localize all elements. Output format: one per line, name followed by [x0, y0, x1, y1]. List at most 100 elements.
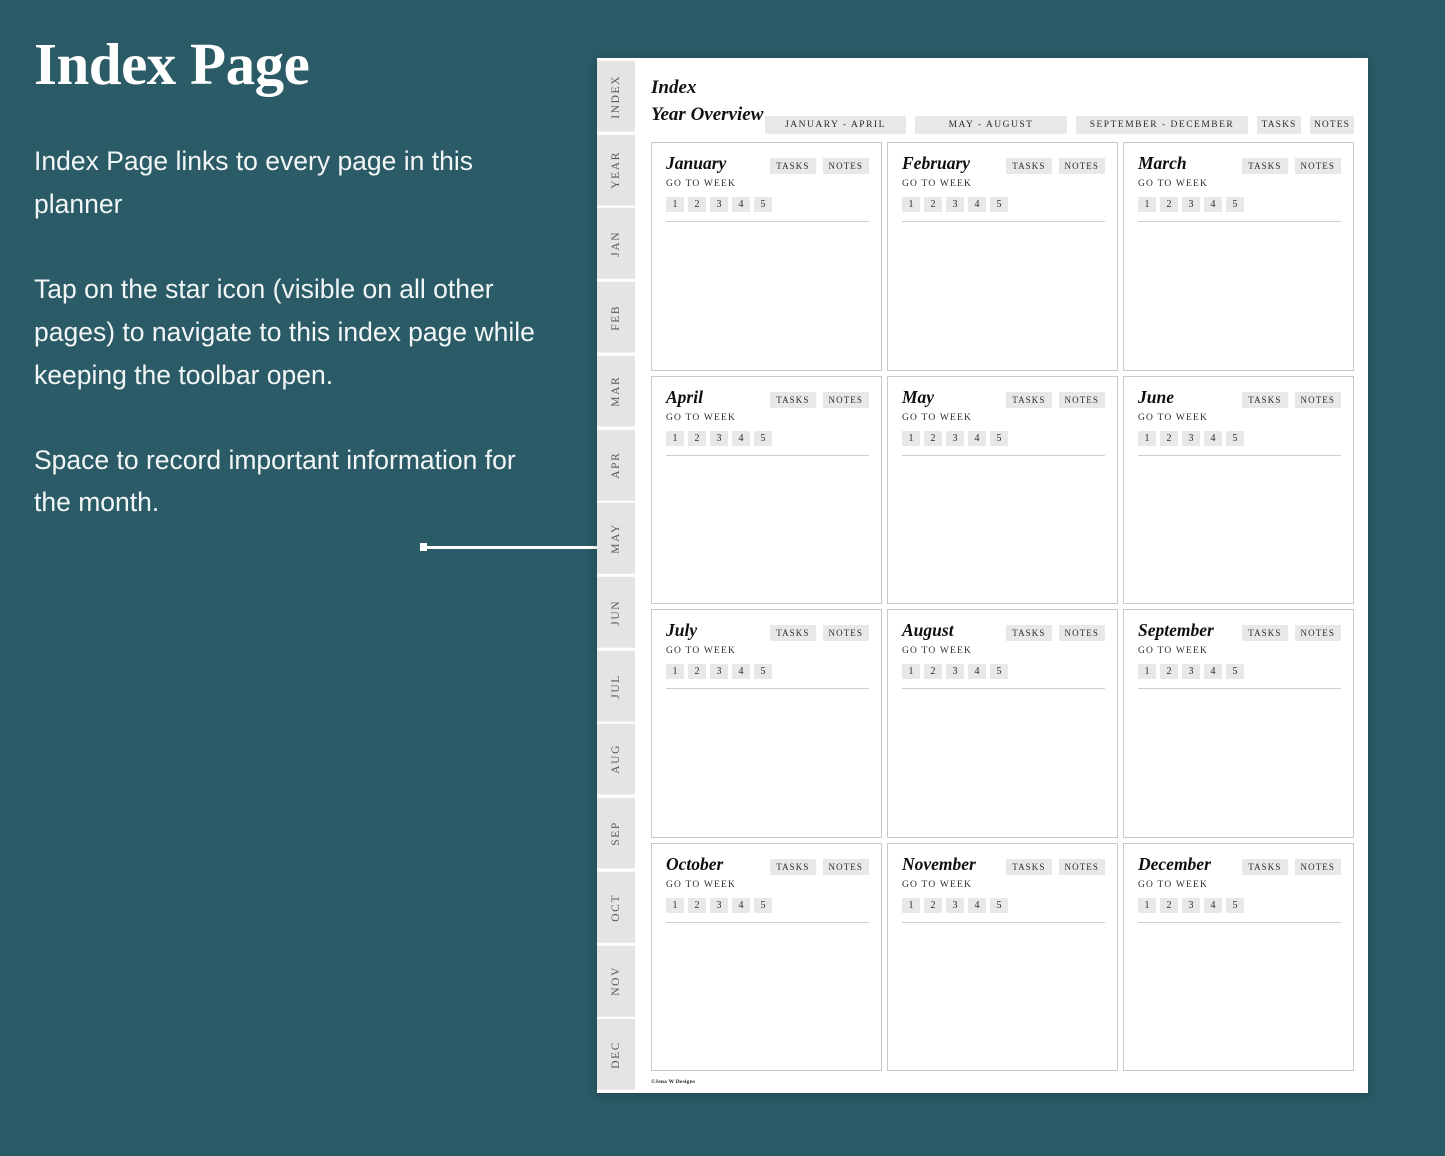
week-button-4[interactable]: 4	[732, 197, 750, 212]
notes-button[interactable]: NOTES	[822, 858, 869, 875]
week-button-3[interactable]: 3	[946, 430, 964, 446]
tasks-button[interactable]: TASKS	[770, 625, 816, 641]
notes-button[interactable]: NOTES	[1058, 391, 1105, 408]
notes-writing-space[interactable]	[666, 689, 869, 829]
tasks-button[interactable]: TASKS	[1242, 625, 1288, 641]
tasks-button[interactable]: TASKS	[1006, 625, 1052, 641]
notes-writing-space[interactable]	[902, 923, 1105, 1063]
week-button-1[interactable]: 1	[902, 664, 920, 679]
week-button-3[interactable]: 3	[946, 664, 964, 679]
tasks-button[interactable]: TASKS	[1242, 858, 1288, 875]
notes-writing-space[interactable]	[1138, 689, 1341, 829]
week-button-3[interactable]: 3	[1182, 897, 1200, 913]
week-button-5[interactable]: 5	[754, 897, 772, 913]
notes-button[interactable]: NOTES	[822, 158, 869, 174]
week-button-3[interactable]: 3	[946, 897, 964, 913]
week-button-5[interactable]: 5	[754, 664, 772, 679]
notes-button[interactable]: NOTES	[1294, 158, 1341, 174]
tasks-button[interactable]: TASKS	[1242, 391, 1288, 408]
header-tab-may-august[interactable]: MAY - AUGUST	[915, 116, 1067, 134]
week-button-5[interactable]: 5	[1226, 197, 1244, 212]
week-button-4[interactable]: 4	[732, 897, 750, 913]
week-button-4[interactable]: 4	[1204, 430, 1222, 446]
notes-button[interactable]: NOTES	[1294, 391, 1341, 408]
header-tab-notes[interactable]: NOTES	[1310, 116, 1354, 134]
side-tab-jun[interactable]: JUN	[597, 577, 635, 648]
notes-writing-space[interactable]	[1138, 456, 1341, 596]
tasks-button[interactable]: TASKS	[1242, 158, 1288, 174]
week-button-2[interactable]: 2	[1160, 197, 1178, 212]
week-button-2[interactable]: 2	[924, 430, 942, 446]
week-button-4[interactable]: 4	[968, 664, 986, 679]
week-button-1[interactable]: 1	[1138, 430, 1156, 446]
side-tab-sep[interactable]: SEP	[597, 798, 635, 869]
side-tab-may[interactable]: MAY	[597, 503, 635, 575]
week-button-5[interactable]: 5	[754, 197, 772, 212]
side-tab-jul[interactable]: JUL	[597, 650, 635, 722]
week-button-1[interactable]: 1	[666, 897, 684, 913]
week-button-2[interactable]: 2	[924, 664, 942, 679]
side-tab-dec[interactable]: DEC	[597, 1019, 635, 1091]
week-button-5[interactable]: 5	[990, 430, 1008, 446]
week-button-4[interactable]: 4	[1204, 664, 1222, 679]
week-button-1[interactable]: 1	[902, 897, 920, 913]
side-tab-oct[interactable]: OCT	[597, 871, 635, 943]
tasks-button[interactable]: TASKS	[1006, 391, 1052, 408]
side-tab-mar[interactable]: MAR	[597, 355, 635, 427]
week-button-2[interactable]: 2	[1160, 430, 1178, 446]
week-button-2[interactable]: 2	[924, 197, 942, 212]
tasks-button[interactable]: TASKS	[770, 391, 816, 408]
week-button-4[interactable]: 4	[968, 897, 986, 913]
week-button-5[interactable]: 5	[990, 897, 1008, 913]
notes-button[interactable]: NOTES	[1294, 625, 1341, 641]
week-button-1[interactable]: 1	[666, 197, 684, 212]
tasks-button[interactable]: TASKS	[770, 158, 816, 174]
week-button-1[interactable]: 1	[666, 664, 684, 679]
notes-writing-space[interactable]	[666, 222, 869, 362]
week-button-2[interactable]: 2	[924, 897, 942, 913]
week-button-3[interactable]: 3	[1182, 430, 1200, 446]
week-button-1[interactable]: 1	[1138, 897, 1156, 913]
week-button-2[interactable]: 2	[688, 197, 706, 212]
week-button-2[interactable]: 2	[688, 897, 706, 913]
week-button-3[interactable]: 3	[710, 664, 728, 679]
week-button-4[interactable]: 4	[1204, 897, 1222, 913]
notes-button[interactable]: NOTES	[1058, 158, 1105, 174]
week-button-5[interactable]: 5	[1226, 897, 1244, 913]
week-button-1[interactable]: 1	[1138, 197, 1156, 212]
week-button-5[interactable]: 5	[990, 197, 1008, 212]
tasks-button[interactable]: TASKS	[1006, 858, 1052, 875]
side-tab-feb[interactable]: FEB	[597, 282, 635, 353]
week-button-3[interactable]: 3	[946, 197, 964, 212]
header-tab-tasks[interactable]: TASKS	[1257, 116, 1301, 134]
notes-writing-space[interactable]	[902, 222, 1105, 362]
notes-button[interactable]: NOTES	[1294, 858, 1341, 875]
week-button-1[interactable]: 1	[666, 430, 684, 446]
notes-button[interactable]: NOTES	[822, 391, 869, 408]
notes-button[interactable]: NOTES	[1058, 858, 1105, 875]
notes-writing-space[interactable]	[902, 689, 1105, 829]
week-button-3[interactable]: 3	[710, 197, 728, 212]
side-tab-apr[interactable]: APR	[597, 429, 635, 501]
tasks-button[interactable]: TASKS	[770, 858, 816, 875]
week-button-3[interactable]: 3	[1182, 197, 1200, 212]
side-tab-year[interactable]: YEAR	[597, 134, 635, 206]
notes-writing-space[interactable]	[902, 456, 1105, 596]
week-button-4[interactable]: 4	[732, 664, 750, 679]
notes-button[interactable]: NOTES	[822, 625, 869, 641]
header-tab-september-december[interactable]: SEPTEMBER - DECEMBER	[1076, 116, 1248, 134]
week-button-5[interactable]: 5	[990, 664, 1008, 679]
week-button-2[interactable]: 2	[1160, 897, 1178, 913]
week-button-3[interactable]: 3	[1182, 664, 1200, 679]
week-button-4[interactable]: 4	[968, 197, 986, 212]
week-button-1[interactable]: 1	[902, 197, 920, 212]
notes-writing-space[interactable]	[666, 456, 869, 596]
header-tab-january-april[interactable]: JANUARY - APRIL	[765, 116, 906, 134]
week-button-1[interactable]: 1	[1138, 664, 1156, 679]
week-button-4[interactable]: 4	[1204, 197, 1222, 212]
side-tab-nov[interactable]: NOV	[597, 945, 635, 1017]
week-button-5[interactable]: 5	[754, 430, 772, 446]
notes-writing-space[interactable]	[1138, 222, 1341, 362]
side-tab-index[interactable]: INDEX	[597, 61, 635, 132]
side-tab-jan[interactable]: JAN	[597, 208, 635, 280]
